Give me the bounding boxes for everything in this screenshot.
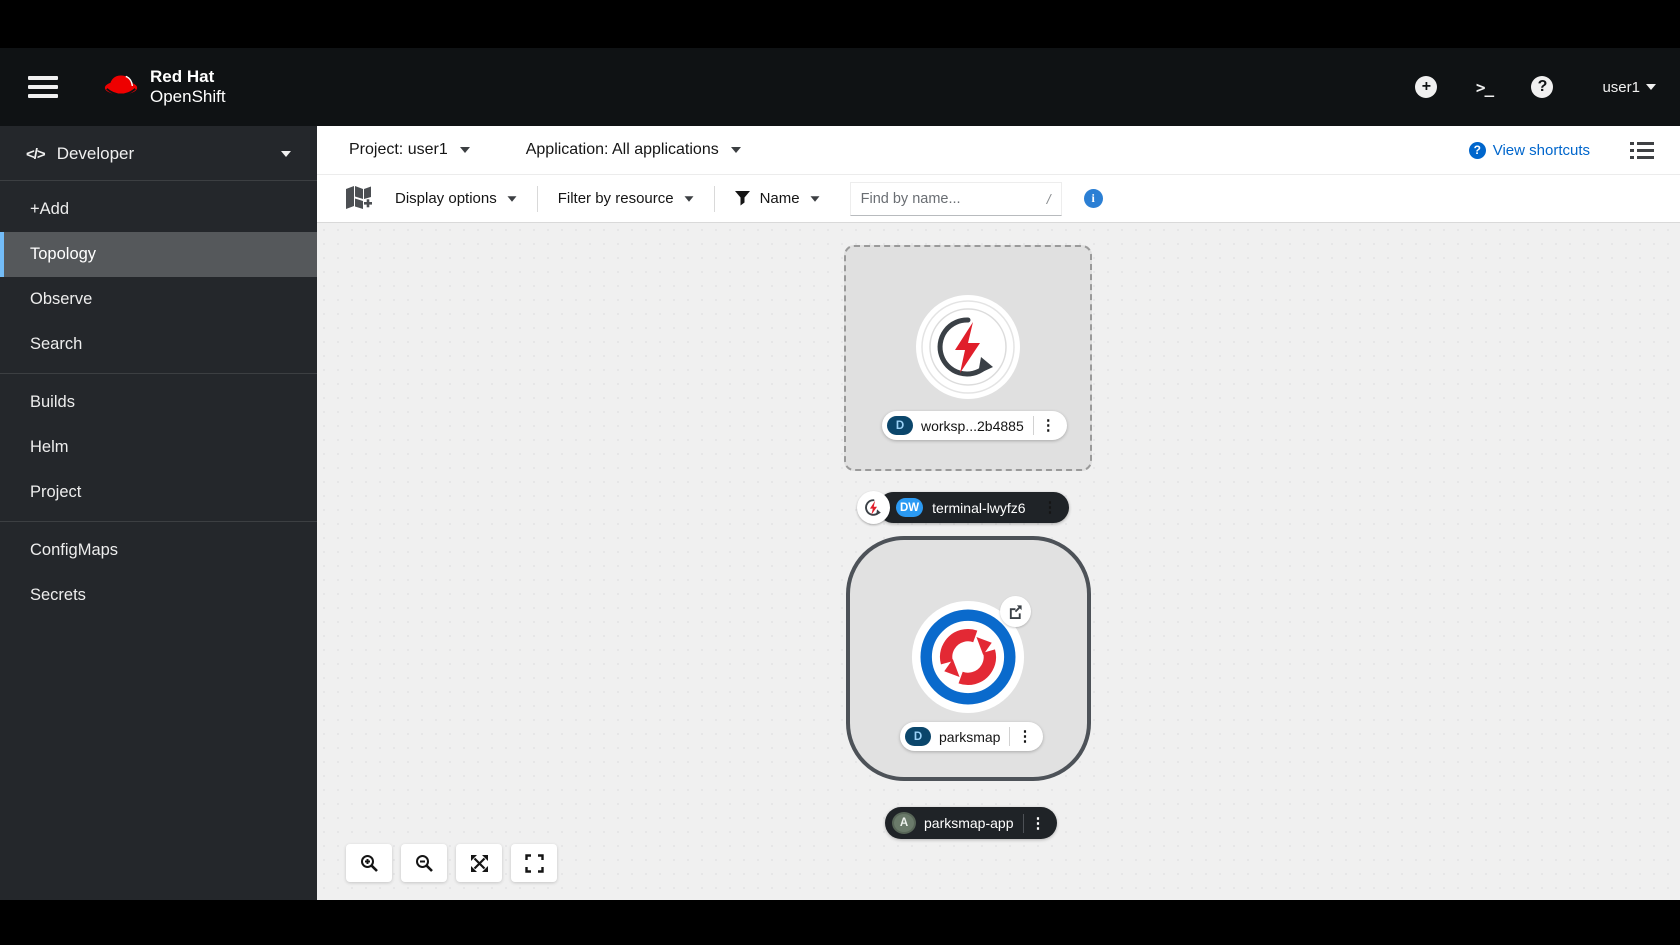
sidebar-nav: </> Developer +Add Topology Observe Sear… xyxy=(0,126,317,900)
parksmap-node-label[interactable]: D parksmap ⋮ xyxy=(900,722,1043,751)
masthead: Red Hat OpenShift + >_ ? user1 xyxy=(0,48,1680,126)
zoom-in-button[interactable] xyxy=(346,844,392,882)
brand-text: Red Hat OpenShift xyxy=(150,67,226,106)
terminal-node-name: terminal-lwyfz6 xyxy=(923,500,1035,516)
help-menu-icon[interactable]: ? xyxy=(1530,75,1554,99)
perspective-switcher[interactable]: </> Developer xyxy=(0,126,317,181)
redhat-fedora-icon xyxy=(102,70,140,105)
chevron-down-icon xyxy=(1646,84,1656,90)
workspace-node-name: worksp...2b4885 xyxy=(913,418,1033,434)
perspective-label: Developer xyxy=(57,144,135,164)
project-selector-label: Project: user1 xyxy=(349,141,448,159)
letterbox-top xyxy=(0,0,1680,48)
parksmap-node-name: parksmap xyxy=(931,729,1009,745)
fit-to-screen-button[interactable] xyxy=(456,844,502,882)
find-by-name-field: / xyxy=(850,182,1062,216)
display-options-dropdown[interactable]: Display options xyxy=(375,190,537,207)
workspace-node-icon[interactable] xyxy=(915,294,1021,400)
context-bar: Project: user1 Application: All applicat… xyxy=(317,126,1680,175)
view-shortcuts-link[interactable]: ? View shortcuts xyxy=(1469,142,1590,159)
chevron-down-icon xyxy=(460,147,470,153)
view-shortcuts-label: View shortcuts xyxy=(1493,142,1590,159)
reset-view-button[interactable] xyxy=(511,844,557,882)
filter-resource-label: Filter by resource xyxy=(558,190,674,207)
application-badge: A xyxy=(892,812,916,834)
kebab-menu-icon[interactable]: ⋮ xyxy=(1024,816,1053,831)
chevron-down-icon xyxy=(684,196,693,201)
nav-group-main: +Add Topology Observe Search xyxy=(0,181,317,373)
list-view-toggle-icon[interactable] xyxy=(1630,141,1654,160)
display-options-label: Display options xyxy=(395,190,497,207)
brand-line2: OpenShift xyxy=(150,87,226,107)
project-selector[interactable]: Project: user1 xyxy=(349,141,470,159)
terminal-node[interactable]: DW terminal-lwyfz6 ⋮ xyxy=(857,491,1069,524)
sidebar-item-helm[interactable]: Helm xyxy=(0,425,317,470)
application-selector-label: Application: All applications xyxy=(526,141,719,159)
kebab-menu-icon[interactable]: ⋮ xyxy=(1010,729,1039,744)
chevron-down-icon xyxy=(810,196,819,201)
sidebar-item-add[interactable]: +Add xyxy=(0,187,317,232)
main-content: Project: user1 Application: All applicat… xyxy=(317,126,1680,900)
open-url-icon[interactable] xyxy=(1000,596,1031,627)
shortcut-key-hint: / xyxy=(1047,191,1051,207)
filter-funnel-icon xyxy=(735,191,750,206)
filter-resource-dropdown[interactable]: Filter by resource xyxy=(538,190,714,207)
sidebar-item-configmaps[interactable]: ConfigMaps xyxy=(0,528,317,573)
code-icon: </> xyxy=(26,146,45,163)
canvas-controls xyxy=(346,844,557,882)
chevron-down-icon xyxy=(281,151,291,157)
workspace-node-label[interactable]: D worksp...2b4885 ⋮ xyxy=(882,411,1067,440)
context-bar-right: ? View shortcuts xyxy=(1469,141,1654,160)
user-menu-label: user1 xyxy=(1602,79,1640,96)
question-circle-icon: ? xyxy=(1469,142,1486,159)
parksmap-app-group-name: parksmap-app xyxy=(916,815,1023,831)
devworkspace-badge: DW xyxy=(896,498,923,517)
web-terminal-icon[interactable]: >_ xyxy=(1472,75,1496,99)
chevron-down-icon xyxy=(507,196,516,201)
chevron-down-icon xyxy=(731,147,741,153)
sidebar-item-search[interactable]: Search xyxy=(0,322,317,367)
application-selector[interactable]: Application: All applications xyxy=(526,141,741,159)
parksmap-app-group-label[interactable]: A parksmap-app ⋮ xyxy=(885,807,1057,839)
question-circle-icon: ? xyxy=(1531,76,1553,98)
terminal-node-icon[interactable] xyxy=(857,491,890,524)
sidebar-item-builds[interactable]: Builds xyxy=(0,380,317,425)
info-circle-icon[interactable]: i xyxy=(1084,189,1103,208)
nav-group-resources: Builds Helm Project xyxy=(0,373,317,521)
sidebar-item-secrets[interactable]: Secrets xyxy=(0,573,317,618)
quick-create-icon[interactable]: + xyxy=(1414,75,1438,99)
brand-logo[interactable]: Red Hat OpenShift xyxy=(102,67,226,106)
terminal-node-label[interactable]: DW terminal-lwyfz6 ⋮ xyxy=(878,492,1069,523)
name-filter-label: Name xyxy=(760,190,800,207)
menu-toggle-icon[interactable] xyxy=(28,76,58,98)
terminal-glyph-icon: >_ xyxy=(1476,78,1493,97)
topology-toolbar: Display options Filter by resource Name … xyxy=(317,175,1680,223)
kebab-menu-icon[interactable]: ⋮ xyxy=(1034,418,1063,433)
kebab-menu-icon[interactable]: ⋮ xyxy=(1036,500,1065,515)
deployment-badge: D xyxy=(887,416,913,435)
letterbox-bottom xyxy=(0,900,1680,945)
deployment-badge: D xyxy=(905,727,931,746)
sidebar-item-observe[interactable]: Observe xyxy=(0,277,317,322)
guided-tour-icon[interactable] xyxy=(343,185,373,213)
name-filter-dropdown[interactable]: Name xyxy=(715,190,840,207)
sidebar-item-project[interactable]: Project xyxy=(0,470,317,515)
topology-canvas[interactable]: D worksp...2b4885 ⋮ DW terminal- xyxy=(317,223,1680,900)
nav-group-config: ConfigMaps Secrets xyxy=(0,521,317,624)
find-by-name-input[interactable] xyxy=(861,191,1047,207)
user-menu[interactable]: user1 xyxy=(1602,79,1656,96)
masthead-utilities: + >_ ? user1 xyxy=(1414,75,1656,99)
zoom-out-button[interactable] xyxy=(401,844,447,882)
brand-line1: Red Hat xyxy=(150,67,226,87)
sidebar-item-topology[interactable]: Topology xyxy=(0,232,317,277)
plus-circle-icon: + xyxy=(1415,76,1437,98)
